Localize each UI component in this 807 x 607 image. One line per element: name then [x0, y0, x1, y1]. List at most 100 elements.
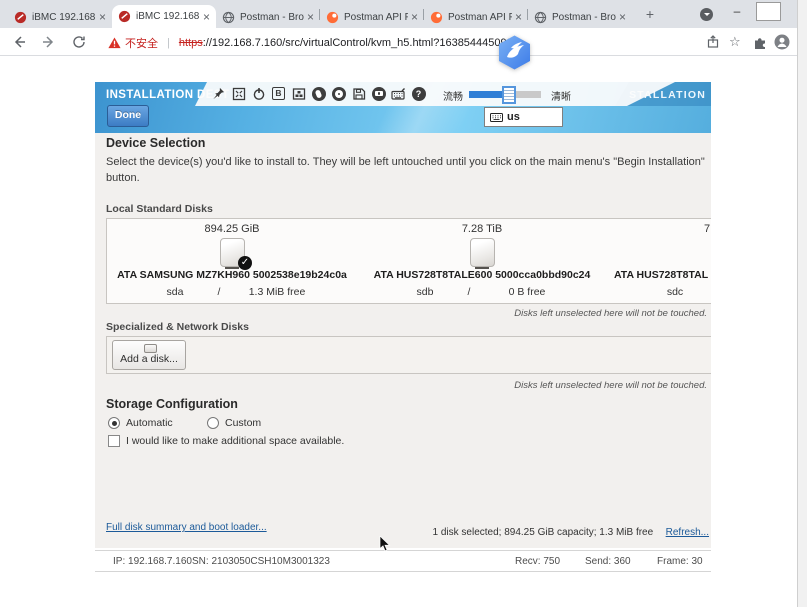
mouse-cursor — [379, 536, 391, 552]
extensions-puzzle-icon[interactable] — [753, 35, 768, 50]
tab-close-icon[interactable]: × — [99, 10, 106, 24]
slider-handle[interactable] — [502, 86, 516, 104]
profile-avatar[interactable] — [774, 34, 790, 50]
back-icon[interactable] — [12, 35, 26, 49]
window-maximize-button[interactable] — [756, 2, 781, 21]
security-chip[interactable]: 不安全 | https://192.168.7.160/src/virtualC… — [108, 35, 519, 51]
display-blocks-icon[interactable] — [291, 86, 306, 101]
ibmc-favicon-icon — [14, 11, 27, 24]
cd-rom-icon[interactable] — [331, 86, 346, 101]
disk-selected-check-icon: ✓ — [238, 256, 252, 270]
device-selection-description-line1: Select the device(s) you'd like to insta… — [106, 156, 705, 168]
radio-custom[interactable]: Custom — [207, 417, 261, 429]
b-key-icon[interactable]: B — [271, 86, 286, 101]
local-disks-panel: 894.25 GiB ✓ ATA SAMSUNG MZ7KH960 500253… — [106, 218, 711, 304]
disk-sda[interactable]: 894.25 GiB ✓ ATA SAMSUNG MZ7KH960 500253… — [107, 219, 357, 303]
status-send: Send: 360 — [585, 556, 631, 567]
tab-overflow-menu-icon[interactable] — [700, 8, 713, 21]
floppy-save-icon[interactable] — [351, 86, 366, 101]
specialized-disks-panel: Add a disk... — [106, 336, 711, 374]
screen-record-icon[interactable] — [371, 86, 386, 101]
desktop-edge — [797, 0, 807, 607]
additional-space-checkbox[interactable] — [108, 435, 120, 447]
disk-sdc[interactable]: 7 ATA HUS728T8TAL sdc — [607, 219, 711, 303]
keyboard-layout-value: us — [507, 111, 520, 123]
status-recv: Recv: 750 — [515, 556, 560, 567]
tab-close-icon[interactable]: × — [619, 10, 626, 24]
tab-separator — [527, 9, 528, 20]
tab-close-icon[interactable]: × — [515, 10, 522, 24]
kvm-status-bar: IP: 192.168.7.160 SN: 2103050CSH10M30013… — [95, 550, 711, 572]
add-disk-button[interactable]: Add a disk... — [112, 340, 186, 370]
warning-triangle-icon — [108, 37, 121, 49]
slider-clear-label: 清晰 — [551, 88, 571, 103]
pin-icon[interactable] — [211, 86, 226, 101]
keyboard-layout-indicator[interactable]: us — [484, 107, 563, 127]
radio-custom-label: Custom — [225, 417, 261, 429]
tab-postman-browse-1[interactable]: Postman - Browse × — [216, 6, 320, 28]
anaconda-header: INSTALLATION DEST STALLATION B ? 流畅 — [95, 82, 711, 133]
kvm-remote-screen: INSTALLATION DEST STALLATION B ? 流畅 — [95, 82, 711, 572]
disk-capacity: 7 — [607, 223, 711, 235]
disk-free-space: 1.3 MiB free — [227, 286, 327, 298]
share-icon[interactable] — [706, 35, 720, 49]
disk-name: ATA HUS728T8TAL — [607, 269, 711, 281]
browser-address-bar: 不安全 | https://192.168.7.160/src/virtualC… — [0, 28, 797, 56]
radio-custom-icon[interactable] — [207, 417, 219, 429]
url-text[interactable]: https://192.168.7.160/src/virtualControl… — [179, 37, 519, 49]
fullscreen-icon[interactable] — [231, 86, 246, 101]
radio-automatic-icon[interactable] — [108, 417, 120, 429]
device-selection-description-line2: button. — [106, 172, 140, 184]
tab-title: Postman - Browse — [240, 12, 304, 23]
disk-free-space: 0 B free — [477, 286, 577, 298]
tab-separator — [423, 9, 424, 20]
selection-summary-row: 1 disk selected; 894.25 GiB capacity; 1.… — [433, 522, 709, 540]
tab-postman-api-1[interactable]: Postman API Platfo × — [320, 6, 424, 28]
soft-keyboard-icon[interactable] — [391, 86, 406, 101]
disk-name: ATA SAMSUNG MZ7KH960 5002538e19b24c0a — [107, 269, 357, 281]
tab-title: Postman API Platfo — [448, 12, 512, 23]
done-button[interactable]: Done — [107, 105, 149, 127]
browser-tab-bar: iBMC 192.168.7.16 × iBMC 192.168.7.16 × … — [0, 0, 797, 28]
tab-postman-api-2[interactable]: Postman API Platfo × — [424, 6, 528, 28]
forward-icon[interactable] — [42, 35, 56, 49]
reload-icon[interactable] — [72, 35, 86, 49]
local-disks-label: Local Standard Disks — [106, 203, 213, 215]
full-disk-summary-link[interactable]: Full disk summary and boot loader... — [106, 522, 267, 533]
power-icon[interactable] — [251, 86, 266, 101]
unselected-disks-note: Disks left unselected here will not be t… — [514, 308, 707, 319]
mouse-settings-icon[interactable] — [311, 86, 326, 101]
radio-automatic[interactable]: Automatic — [108, 417, 173, 429]
add-disk-label: Add a disk... — [113, 353, 185, 365]
tab-separator — [319, 9, 320, 20]
additional-space-checkbox-row[interactable]: I would like to make additional space av… — [108, 435, 344, 447]
disk-capacity: 894.25 GiB — [107, 223, 357, 235]
status-frame: Frame: 30 — [657, 556, 703, 567]
dove-badge-icon[interactable] — [496, 34, 533, 71]
tab-title: Postman - Browse — [552, 12, 616, 23]
new-tab-button[interactable]: + — [642, 7, 658, 23]
disk-glyph-icon — [144, 344, 157, 353]
device-selection-heading: Device Selection — [106, 136, 205, 150]
disk-sdb[interactable]: 7.28 TiB ATA HUS728T8TALE600 5000cca0bbd… — [357, 219, 607, 303]
tab-ibmc-1[interactable]: iBMC 192.168.7.16 × — [8, 6, 112, 28]
help-icon[interactable]: ? — [411, 86, 426, 101]
refresh-link[interactable]: Refresh... — [666, 527, 709, 538]
slider-smooth-label: 流畅 — [443, 88, 463, 103]
tab-close-icon[interactable]: × — [307, 10, 314, 24]
globe-favicon-icon — [222, 11, 235, 24]
unselected-disks-note-2: Disks left unselected here will not be t… — [514, 380, 707, 391]
anaconda-body: Device Selection Select the device(s) yo… — [95, 133, 711, 548]
tab-title: Postman API Platfo — [344, 12, 408, 23]
tab-postman-browse-2[interactable]: Postman - Browse × — [528, 6, 632, 28]
disk-drive-icon: ✓ — [220, 238, 245, 267]
bookmark-star-icon[interactable]: ☆ — [729, 34, 741, 50]
postman-favicon-icon — [326, 11, 339, 24]
globe-favicon-icon — [534, 11, 547, 24]
window-minimize-button[interactable]: – — [724, 2, 750, 22]
tab-close-icon[interactable]: × — [203, 10, 210, 24]
tab-title: iBMC 192.168.7.16 — [32, 12, 96, 23]
screen: iBMC 192.168.7.16 × iBMC 192.168.7.16 × … — [0, 0, 807, 607]
tab-ibmc-2-active[interactable]: iBMC 192.168.7.16 × — [112, 5, 216, 28]
tab-close-icon[interactable]: × — [411, 10, 418, 24]
